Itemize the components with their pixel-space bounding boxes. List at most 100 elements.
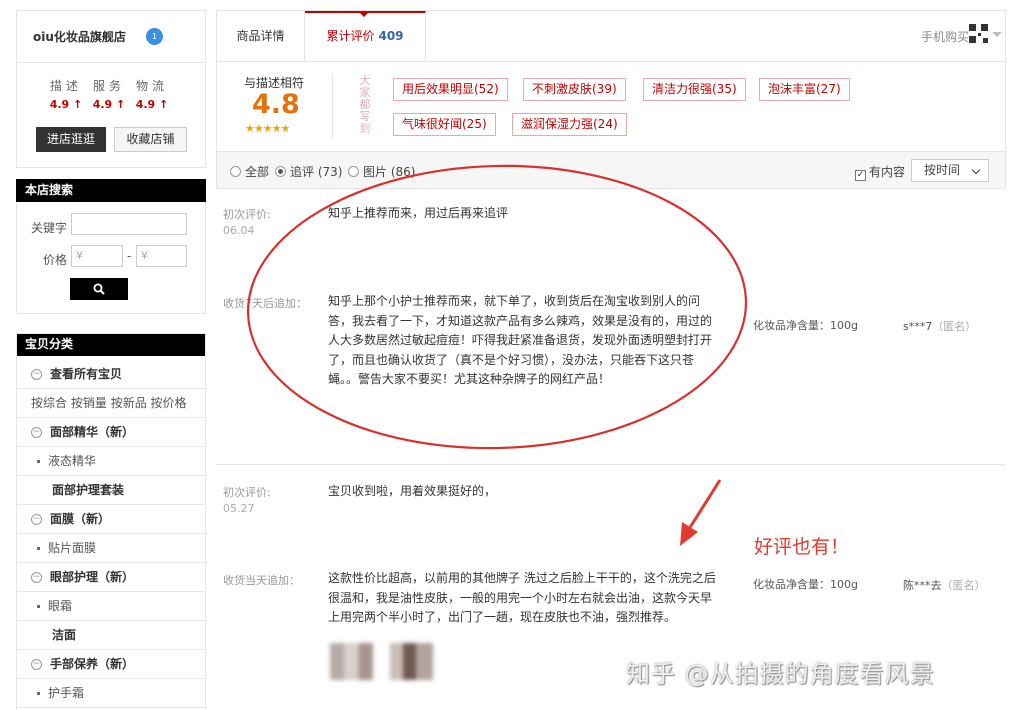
review-tag[interactable]: 不刺激皮肤(39) (523, 78, 626, 101)
sort-dropdown[interactable]: 按时间 (911, 159, 989, 182)
rating-description: 描述 4.9 ↑ (44, 77, 88, 111)
review-tag[interactable]: 泡沫丰富(27) (759, 78, 850, 101)
price-max-input[interactable]: ¥ (136, 245, 187, 267)
category-item[interactable]: 护手霜 (17, 679, 205, 708)
anonymous-tag: （匿名） (941, 579, 986, 592)
category-label: 查看所有宝贝 (50, 367, 123, 381)
radio-selected-icon[interactable] (275, 166, 286, 177)
sort-dropdown-value: 按时间 (924, 163, 961, 177)
category-item[interactable]: − 面部精华（新） (17, 418, 205, 447)
collapse-icon[interactable]: − (31, 427, 42, 438)
product-tabbar: 商品详情 累计评价 409 手机购买 (216, 10, 1006, 62)
radio-icon[interactable] (348, 166, 359, 177)
category-item[interactable]: − 眼部护理（新） (17, 563, 205, 592)
bullet-icon (37, 605, 40, 608)
chevron-down-icon (971, 165, 981, 175)
rating-label: 物流 (135, 79, 168, 93)
keyword-label: 关键字 (31, 221, 68, 235)
favorite-shop-button[interactable]: 收藏店铺 (114, 127, 187, 152)
tab-reviews-count: 409 (378, 29, 404, 43)
followup-text: 知乎上那个小护士推荐而来，就下单了，收到货后在淘宝收到别人的问答，我去看了一下，… (328, 294, 713, 386)
shop-search-title: 本店搜索 (16, 179, 206, 202)
category-label: 眼霜 (48, 599, 73, 613)
enter-shop-button[interactable]: 进店逛逛 (36, 127, 106, 152)
category-label: 面部护理套装 (52, 483, 125, 497)
review-photo-thumbnail[interactable] (330, 643, 373, 680)
filter-photos-label: 图片 (86) (363, 165, 416, 179)
sort-link-price[interactable]: 按价格 (151, 396, 187, 410)
rating-value: 4.9 ↑ (92, 98, 126, 111)
followup-label: 收货7天后追加： (223, 297, 307, 310)
has-content-label: 有内容 (869, 165, 906, 179)
mobile-buy-link[interactable]: 手机购买 (921, 28, 969, 45)
category-item[interactable]: − 手部保养（新） (17, 650, 205, 679)
annotation-text: 好评也有！ (754, 536, 850, 558)
star-rating: ★★★★★ (245, 122, 290, 135)
divider (17, 62, 205, 63)
anonymous-tag: （匿名） (932, 320, 977, 333)
category-panel: 宝贝分类 − 查看所有宝贝 按综合 按销量 按新品 按价格 − 面部精华（新） 液态… (16, 333, 206, 710)
collapse-icon[interactable]: − (31, 572, 42, 583)
filter-all-label: 全部 (245, 165, 270, 179)
collapse-icon[interactable]: − (31, 514, 42, 525)
category-title: 宝贝分类 (17, 334, 205, 356)
filter-all[interactable]: 全部 (230, 163, 269, 180)
bullet-icon (37, 460, 40, 463)
divider (332, 74, 333, 138)
filter-followup[interactable]: 追评 (73) (275, 163, 342, 180)
review-item: 初次评价: 06.04 知乎上推荐而来，用过后再来追评 收货7天后追加： 知乎上… (216, 189, 1006, 465)
sort-link-new[interactable]: 按新品 (111, 396, 147, 410)
category-sort-links: 按综合 按销量 按新品 按价格 (17, 389, 205, 418)
category-item[interactable]: 面部护理套装 (17, 476, 205, 505)
review-photo-thumbnail[interactable] (390, 643, 433, 680)
keyword-input[interactable] (71, 213, 187, 235)
category-item[interactable]: − 面膜（新） (17, 505, 205, 534)
category-item[interactable]: 洁面 (17, 621, 205, 650)
category-item[interactable]: 眼霜 (17, 592, 205, 621)
shop-search-panel: 本店搜索 关键字 价格 ¥ - ¥ (16, 179, 206, 314)
first-review-label: 初次评价: (223, 208, 271, 221)
price-min-input[interactable]: ¥ (71, 245, 123, 267)
bullet-icon (37, 692, 40, 695)
product-spec: 化妆品净含量：100g (753, 578, 858, 591)
sort-link-overall[interactable]: 按综合 (31, 396, 67, 410)
price-range-dash: - (127, 249, 132, 263)
category-view-all[interactable]: − 查看所有宝贝 (17, 360, 205, 389)
review-summary: 与描述相符 4.8 ★★★★★ 大家都写到 用后效果明显(52) 不刺激皮肤(3… (216, 61, 1006, 152)
category-label: 眼部护理（新） (50, 570, 135, 584)
category-label: 面部精华（新） (50, 425, 135, 439)
tab-reviews-label: 累计评价 (326, 29, 375, 43)
reviewer: s***7（匿名） (903, 318, 976, 334)
reviewer: 陈***去（匿名） (903, 577, 986, 593)
everyone-wrote-label: 大家都写到 (359, 74, 371, 135)
collapse-icon[interactable]: − (31, 659, 42, 670)
sort-link-sales[interactable]: 按销量 (71, 396, 107, 410)
review-tag[interactable]: 滋润保湿力强(24) (512, 113, 627, 136)
shop-name[interactable]: oiu化妆品旗舰店 (33, 28, 126, 45)
review-tag[interactable]: 气味很好闻(25) (393, 113, 496, 136)
tab-product-details[interactable]: 商品详情 (217, 11, 305, 61)
product-spec: 化妆品净含量：100g (753, 319, 858, 332)
checkbox-checked-icon[interactable]: ✓ (855, 170, 866, 181)
rating-value: 4.9 ↑ (135, 98, 169, 111)
radio-icon[interactable] (230, 166, 241, 177)
category-item[interactable]: 液态精华 (17, 447, 205, 476)
active-tab-indicator (359, 12, 369, 17)
category-label: 面膜（新） (50, 512, 111, 526)
collapse-icon[interactable]: − (31, 369, 42, 380)
bullet-icon (37, 547, 40, 550)
review-tag[interactable]: 清洁力很强(35) (643, 78, 746, 101)
category-label: 护手霜 (48, 686, 85, 700)
chevron-down-icon[interactable] (992, 32, 1002, 37)
review-tag[interactable]: 用后效果明显(52) (393, 78, 508, 101)
filter-photos[interactable]: 图片 (86) (348, 163, 415, 180)
followup-text: 这款性价比超高，以前用的其他牌子 洗过之后脸上干干的，这个洗完之后很温和，我是油… (328, 571, 716, 624)
has-content-checkbox[interactable]: ✓ 有内容 (855, 163, 905, 181)
category-label: 液态精华 (48, 454, 97, 468)
search-button[interactable] (70, 278, 128, 300)
first-review-label: 初次评价: (223, 486, 271, 499)
qr-code-icon[interactable] (969, 24, 988, 43)
tab-reviews[interactable]: 累计评价 409 (305, 11, 426, 62)
category-item[interactable]: 贴片面膜 (17, 534, 205, 563)
rating-logistics: 物流 4.9 ↑ (130, 77, 174, 111)
